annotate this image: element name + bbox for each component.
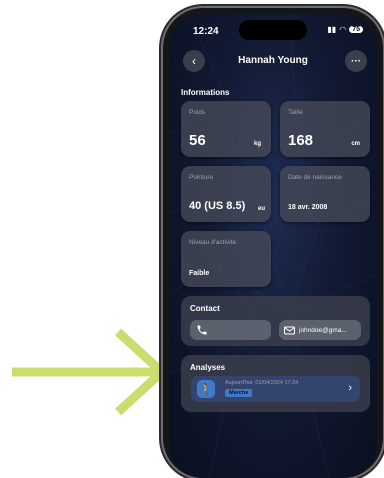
activity-value: Faible <box>189 270 210 277</box>
analysis-item[interactable]: 🚶 Aujourd'hui, 01/04/2024 17:24 Marche › <box>191 376 360 402</box>
poids-label: Poids <box>189 109 206 116</box>
poids-unit: kg <box>253 141 261 147</box>
taille-label: Taille <box>288 109 303 116</box>
signal-icon: ▮▮ <box>327 25 337 34</box>
walking-icon: 🚶 <box>197 380 215 398</box>
status-time: 12:24 <box>193 26 219 37</box>
status-icons: ▮▮ ◠ 75 <box>327 25 363 34</box>
analysis-tag: Marche <box>225 389 253 397</box>
activity-label: Niveau d'activité <box>189 239 237 246</box>
ellipsis-icon: ··· <box>351 55 361 67</box>
taille-unit: cm <box>351 141 360 147</box>
pointure-unit: eu <box>257 206 265 212</box>
poids-card: Poids 56 kg <box>181 101 271 157</box>
birthdate-value: 18 avr. 2008 <box>288 204 328 211</box>
phone-icon <box>197 325 207 335</box>
taille-value: 168 <box>288 132 314 149</box>
contact-section: Contact johndoe@gma... <box>181 296 370 346</box>
phone-frame: 12:24 ▮▮ ◠ 75 ‹ Hannah Young ··· Informa… <box>163 8 383 478</box>
analyses-heading: Analyses <box>190 363 226 372</box>
poids-value: 56 <box>189 132 206 149</box>
mail-icon <box>284 326 295 334</box>
phone-button[interactable] <box>190 320 271 340</box>
birthdate-card: Date de naissance 18 avr. 2008 <box>280 166 370 222</box>
dynamic-island <box>239 20 307 40</box>
analysis-date: Aujourd'hui, 01/04/2024 17:24 <box>225 380 299 386</box>
pointer-arrow <box>12 328 166 416</box>
chevron-right-icon: › <box>348 382 352 394</box>
pointure-value: 40 (US 8.5) <box>189 200 246 212</box>
birthdate-label: Date de naissance <box>288 174 342 181</box>
pointure-card: Pointure 40 (US 8.5) eu <box>181 166 271 222</box>
email-button[interactable]: johndoe@gma... <box>279 320 361 340</box>
wifi-icon: ◠ <box>339 25 347 34</box>
activity-card: Niveau d'activité Faible <box>181 231 271 287</box>
pointure-label: Pointure <box>189 174 214 181</box>
battery-icon: 75 <box>349 26 363 33</box>
screen: 12:24 ▮▮ ◠ 75 ‹ Hannah Young ··· Informa… <box>169 14 377 478</box>
email-text: johndoe@gma... <box>299 326 347 334</box>
informations-heading: Informations <box>181 88 230 97</box>
contact-heading: Contact <box>190 304 220 313</box>
more-options-button[interactable]: ··· <box>345 50 367 72</box>
header: ‹ Hannah Young ··· <box>169 48 377 72</box>
analyses-section: Analyses 🚶 Aujourd'hui, 01/04/2024 17:24… <box>181 355 370 412</box>
taille-card: Taille 168 cm <box>280 101 370 157</box>
